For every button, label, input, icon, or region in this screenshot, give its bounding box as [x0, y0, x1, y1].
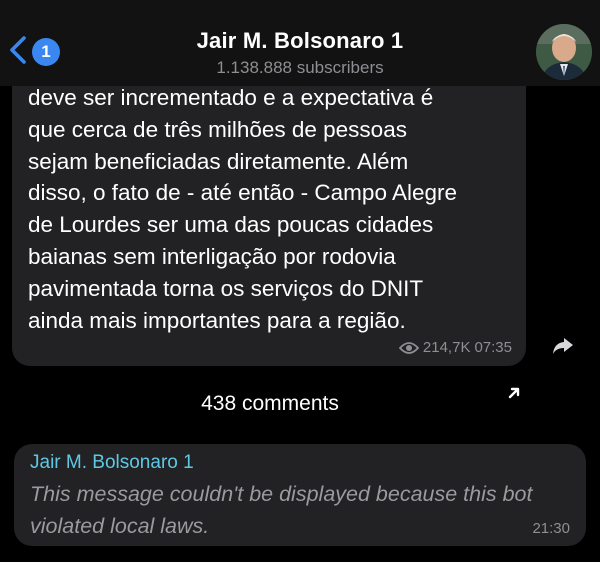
comment-time: 21:30: [532, 520, 570, 537]
comment-text: This message couldn't be displayed becau…: [30, 482, 533, 538]
eye-icon: [398, 341, 419, 354]
post-meta: 214,7K 07:35: [398, 339, 512, 356]
comment-bubble[interactable]: Jair M. Bolsonaro 1 This message couldn'…: [14, 444, 586, 546]
unread-badge: 1: [32, 38, 60, 66]
chevron-left-icon: [10, 36, 26, 64]
channel-avatar[interactable]: [536, 24, 592, 80]
comments-count: 438 comments: [201, 392, 339, 415]
post-time: 07:35: [474, 339, 512, 356]
chat-title: Jair M. Bolsonaro 1: [196, 28, 404, 53]
post-text: deve ser incrementado e a expectativa é …: [28, 85, 458, 333]
chat-title-area[interactable]: Jair M. Bolsonaro 1 1.138.888 subscriber…: [120, 28, 480, 78]
subscriber-count: 1.138.888 subscribers: [216, 58, 384, 77]
forward-button[interactable]: [550, 333, 576, 359]
comment-author[interactable]: Jair M. Bolsonaro 1: [30, 452, 194, 474]
arrow-up-right-icon: [508, 387, 520, 399]
chat-header: 1 Jair M. Bolsonaro 1 1.138.888 subscrib…: [0, 0, 600, 86]
view-count: 214,7K: [422, 339, 471, 356]
avatar-image: [536, 24, 592, 80]
comments-button[interactable]: 438 comments: [0, 378, 600, 430]
share-forward-icon: [553, 338, 573, 354]
